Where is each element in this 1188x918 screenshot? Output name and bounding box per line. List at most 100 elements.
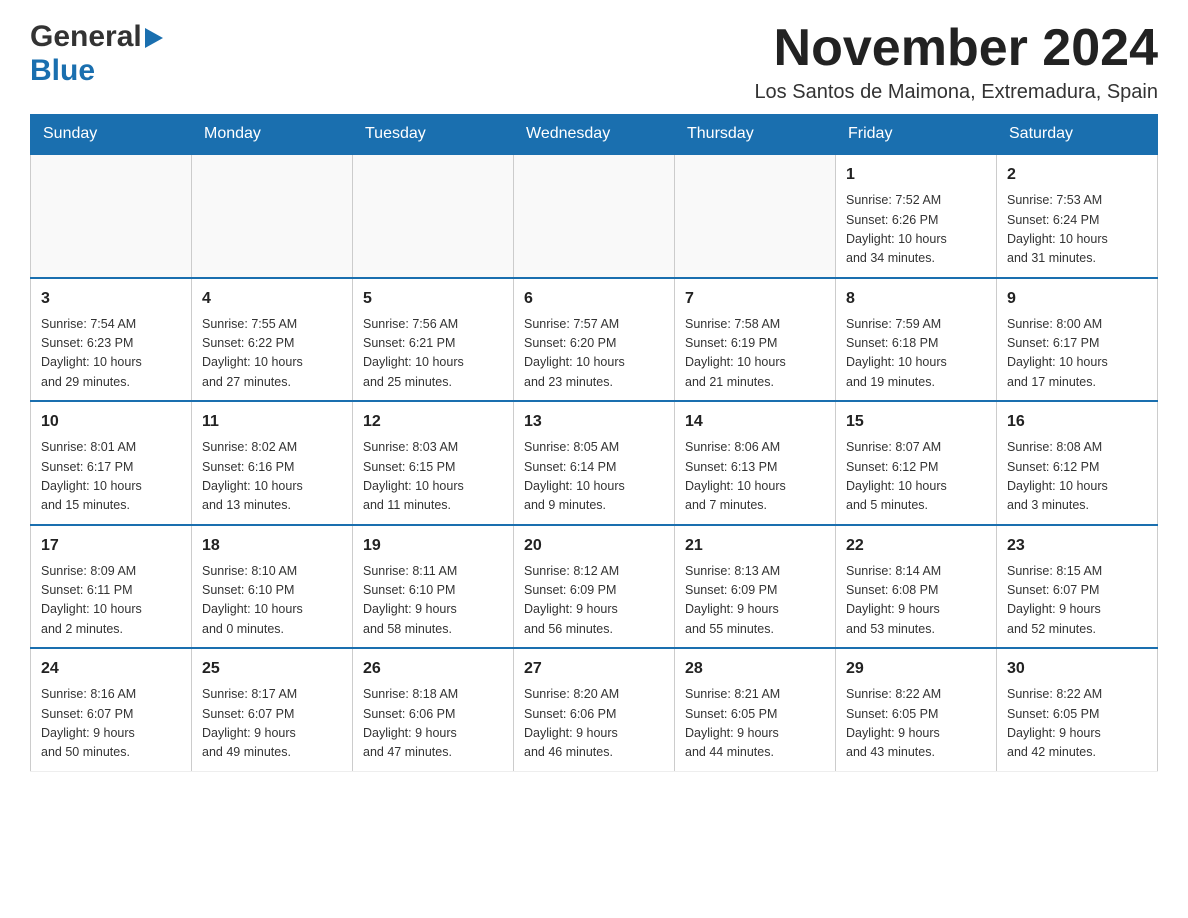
day-info: Sunrise: 8:09 AMSunset: 6:11 PMDaylight:… xyxy=(41,562,181,640)
day-number: 6 xyxy=(524,287,664,311)
calendar-cell: 11 Sunrise: 8:02 AMSunset: 6:16 PMDayligh… xyxy=(192,401,353,525)
weekday-header-sunday: Sunday xyxy=(31,115,192,155)
day-number: 14 xyxy=(685,410,825,434)
day-info: Sunrise: 8:21 AMSunset: 6:05 PMDaylight:… xyxy=(685,685,825,763)
calendar-cell: 8 Sunrise: 7:59 AMSunset: 6:18 PMDaylight… xyxy=(836,278,997,402)
calendar-cell: 22 Sunrise: 8:14 AMSunset: 6:08 PMDayligh… xyxy=(836,525,997,649)
calendar-cell: 26 Sunrise: 8:18 AMSunset: 6:06 PMDayligh… xyxy=(353,648,514,771)
calendar-cell: 7 Sunrise: 7:58 AMSunset: 6:19 PMDaylight… xyxy=(675,278,836,402)
day-number: 21 xyxy=(685,534,825,558)
day-info: Sunrise: 8:03 AMSunset: 6:15 PMDaylight:… xyxy=(363,438,503,516)
calendar-cell: 6 Sunrise: 7:57 AMSunset: 6:20 PMDaylight… xyxy=(514,278,675,402)
day-number: 27 xyxy=(524,657,664,681)
day-number: 19 xyxy=(363,534,503,558)
day-info: Sunrise: 8:00 AMSunset: 6:17 PMDaylight:… xyxy=(1007,315,1147,393)
day-number: 9 xyxy=(1007,287,1147,311)
day-info: Sunrise: 7:58 AMSunset: 6:19 PMDaylight:… xyxy=(685,315,825,393)
day-number: 23 xyxy=(1007,534,1147,558)
week-row-5: 24Sunrise: 8:16 AMSunset: 6:07 PMDayligh… xyxy=(31,648,1158,771)
day-info: Sunrise: 8:20 AMSunset: 6:06 PMDaylight:… xyxy=(524,685,664,763)
day-number: 30 xyxy=(1007,657,1147,681)
calendar-cell: 21 Sunrise: 8:13 AMSunset: 6:09 PMDayligh… xyxy=(675,525,836,649)
calendar-cell: 20 Sunrise: 8:12 AMSunset: 6:09 PMDayligh… xyxy=(514,525,675,649)
calendar-cell: 27 Sunrise: 8:20 AMSunset: 6:06 PMDayligh… xyxy=(514,648,675,771)
calendar-table: SundayMondayTuesdayWednesdayThursdayFrid… xyxy=(30,114,1158,772)
logo-blue-text: Blue xyxy=(30,54,95,87)
day-number: 4 xyxy=(202,287,342,311)
day-number: 18 xyxy=(202,534,342,558)
calendar-cell: 28 Sunrise: 8:21 AMSunset: 6:05 PMDayligh… xyxy=(675,648,836,771)
weekday-header-thursday: Thursday xyxy=(675,115,836,155)
calendar-cell: 23 Sunrise: 8:15 AMSunset: 6:07 PMDayligh… xyxy=(997,525,1158,649)
day-number: 2 xyxy=(1007,163,1147,187)
day-info: Sunrise: 8:11 AMSunset: 6:10 PMDaylight:… xyxy=(363,562,503,640)
calendar-cell: 2Sunrise: 7:53 AMSunset: 6:24 PMDaylight… xyxy=(997,154,1158,278)
week-row-4: 17 Sunrise: 8:09 AMSunset: 6:11 PMDayligh… xyxy=(31,525,1158,649)
calendar-cell: 24Sunrise: 8:16 AMSunset: 6:07 PMDayligh… xyxy=(31,648,192,771)
weekday-header-friday: Friday xyxy=(836,115,997,155)
day-info: Sunrise: 7:54 AMSunset: 6:23 PMDaylight:… xyxy=(41,315,181,393)
day-number: 22 xyxy=(846,534,986,558)
calendar-cell xyxy=(675,154,836,278)
calendar-cell: 19 Sunrise: 8:11 AMSunset: 6:10 PMDayligh… xyxy=(353,525,514,649)
weekday-header-saturday: Saturday xyxy=(997,115,1158,155)
calendar-cell: 14 Sunrise: 8:06 AMSunset: 6:13 PMDayligh… xyxy=(675,401,836,525)
day-info: Sunrise: 8:18 AMSunset: 6:06 PMDaylight:… xyxy=(363,685,503,763)
day-info: Sunrise: 8:22 AMSunset: 6:05 PMDaylight:… xyxy=(1007,685,1147,763)
day-info: Sunrise: 7:56 AMSunset: 6:21 PMDaylight:… xyxy=(363,315,503,393)
day-number: 26 xyxy=(363,657,503,681)
day-info: Sunrise: 8:17 AMSunset: 6:07 PMDaylight:… xyxy=(202,685,342,763)
title-area: November 2024 Los Santos de Maimona, Ext… xyxy=(754,20,1158,104)
day-info: Sunrise: 8:16 AMSunset: 6:07 PMDaylight:… xyxy=(41,685,181,763)
calendar-cell: 4Sunrise: 7:55 AMSunset: 6:22 PMDaylight… xyxy=(192,278,353,402)
calendar-cell: 12 Sunrise: 8:03 AMSunset: 6:15 PMDayligh… xyxy=(353,401,514,525)
day-info: Sunrise: 8:12 AMSunset: 6:09 PMDaylight:… xyxy=(524,562,664,640)
day-number: 7 xyxy=(685,287,825,311)
day-info: Sunrise: 8:05 AMSunset: 6:14 PMDaylight:… xyxy=(524,438,664,516)
weekday-header-row: SundayMondayTuesdayWednesdayThursdayFrid… xyxy=(31,115,1158,155)
day-number: 28 xyxy=(685,657,825,681)
calendar-cell: 18 Sunrise: 8:10 AMSunset: 6:10 PMDayligh… xyxy=(192,525,353,649)
day-number: 12 xyxy=(363,410,503,434)
day-number: 13 xyxy=(524,410,664,434)
day-number: 3 xyxy=(41,287,181,311)
day-number: 15 xyxy=(846,410,986,434)
day-number: 29 xyxy=(846,657,986,681)
day-info: Sunrise: 8:01 AMSunset: 6:17 PMDaylight:… xyxy=(41,438,181,516)
day-info: Sunrise: 7:59 AMSunset: 6:18 PMDaylight:… xyxy=(846,315,986,393)
day-number: 1 xyxy=(846,163,986,187)
day-info: Sunrise: 8:14 AMSunset: 6:08 PMDaylight:… xyxy=(846,562,986,640)
day-info: Sunrise: 8:08 AMSunset: 6:12 PMDaylight:… xyxy=(1007,438,1147,516)
day-info: Sunrise: 8:13 AMSunset: 6:09 PMDaylight:… xyxy=(685,562,825,640)
day-number: 17 xyxy=(41,534,181,558)
week-row-1: 1Sunrise: 7:52 AMSunset: 6:26 PMDaylight… xyxy=(31,154,1158,278)
calendar-cell: 9 Sunrise: 8:00 AMSunset: 6:17 PMDaylight… xyxy=(997,278,1158,402)
day-number: 8 xyxy=(846,287,986,311)
calendar-cell: 25 Sunrise: 8:17 AMSunset: 6:07 PMDayligh… xyxy=(192,648,353,771)
day-number: 20 xyxy=(524,534,664,558)
weekday-header-tuesday: Tuesday xyxy=(353,115,514,155)
day-number: 25 xyxy=(202,657,342,681)
weekday-header-wednesday: Wednesday xyxy=(514,115,675,155)
day-number: 11 xyxy=(202,410,342,434)
day-info: Sunrise: 8:15 AMSunset: 6:07 PMDaylight:… xyxy=(1007,562,1147,640)
location-title: Los Santos de Maimona, Extremadura, Spai… xyxy=(754,81,1158,104)
day-info: Sunrise: 8:06 AMSunset: 6:13 PMDaylight:… xyxy=(685,438,825,516)
day-info: Sunrise: 7:57 AMSunset: 6:20 PMDaylight:… xyxy=(524,315,664,393)
day-number: 10 xyxy=(41,410,181,434)
calendar-cell xyxy=(31,154,192,278)
logo: General Blue xyxy=(30,20,163,88)
day-info: Sunrise: 8:07 AMSunset: 6:12 PMDaylight:… xyxy=(846,438,986,516)
logo-general-text: General xyxy=(30,20,142,54)
calendar-cell: 10 Sunrise: 8:01 AMSunset: 6:17 PMDayligh… xyxy=(31,401,192,525)
week-row-2: 3 Sunrise: 7:54 AMSunset: 6:23 PMDaylight… xyxy=(31,278,1158,402)
page-header: General Blue November 2024 Los Santos de… xyxy=(30,20,1158,104)
calendar-cell: 5Sunrise: 7:56 AMSunset: 6:21 PMDaylight… xyxy=(353,278,514,402)
calendar-cell: 16 Sunrise: 8:08 AMSunset: 6:12 PMDayligh… xyxy=(997,401,1158,525)
weekday-header-monday: Monday xyxy=(192,115,353,155)
day-number: 16 xyxy=(1007,410,1147,434)
logo-arrow-icon xyxy=(145,28,163,53)
calendar-cell: 3 Sunrise: 7:54 AMSunset: 6:23 PMDaylight… xyxy=(31,278,192,402)
day-info: Sunrise: 8:10 AMSunset: 6:10 PMDaylight:… xyxy=(202,562,342,640)
day-info: Sunrise: 8:02 AMSunset: 6:16 PMDaylight:… xyxy=(202,438,342,516)
